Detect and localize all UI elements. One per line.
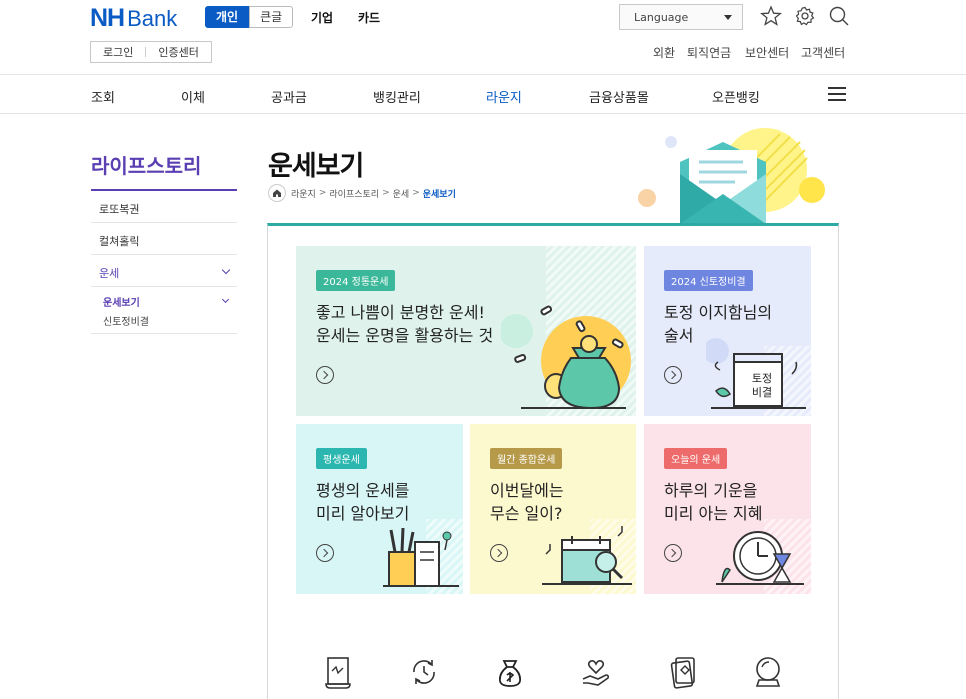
card-text: 좋고 나쁨이 분명한 운세! 운세는 운명을 활용하는 것 xyxy=(316,301,493,347)
breadcrumb-item[interactable]: 라운지 xyxy=(291,187,316,200)
money-bag-icon xyxy=(501,305,631,410)
card-link[interactable]: 카드 xyxy=(358,9,380,26)
nh-bank-logo[interactable]: NH Bank xyxy=(90,4,177,33)
home-icon[interactable] xyxy=(268,184,286,202)
top-header: NH Bank 개인 큰글 기업 카드 로그인 인증센터 Language 외환… xyxy=(0,0,966,74)
breadcrumb-item[interactable]: 라이프스토리 xyxy=(329,187,379,200)
sidebar-item-fortune[interactable]: 운세 xyxy=(91,255,237,287)
card-daily-fortune[interactable]: 오늘의 운세 하루의 기운을 미리 아는 지혜 xyxy=(644,424,811,594)
card-lifetime-fortune[interactable]: 평생운세 평생의 운세를 미리 알아보기 xyxy=(296,424,463,594)
card-text-line: 운세는 운명을 활용하는 것 xyxy=(316,326,494,345)
breadcrumb-current: 운세보기 xyxy=(422,189,456,200)
gnb-transfer[interactable]: 이체 xyxy=(181,87,205,106)
chevron-down-icon xyxy=(724,14,732,20)
card-badge: 오늘의 운세 xyxy=(664,448,728,469)
card-badge: 평생운세 xyxy=(316,448,367,469)
sidebar-sub-fortune-view[interactable]: 운세보기 xyxy=(103,294,237,309)
security-center-link[interactable]: 보안센터 xyxy=(745,44,789,61)
chevron-down-icon xyxy=(221,265,231,275)
forex-link[interactable]: 외환 xyxy=(653,44,675,61)
customer-center-link[interactable]: 고객센터 xyxy=(801,44,845,61)
clock-hourglass-icon xyxy=(716,531,804,585)
gnb-product-mall[interactable]: 금융상품몰 xyxy=(589,87,649,106)
search-icon[interactable] xyxy=(828,5,850,27)
book-label: 토정 비결 xyxy=(742,372,782,400)
login-button[interactable]: 로그인 xyxy=(91,44,145,60)
book-label-line: 비결 xyxy=(751,386,773,399)
menu-icon[interactable] xyxy=(828,87,846,101)
breadcrumb: 라운지 > 라이프스토리 > 운세 > 운세보기 xyxy=(268,184,456,202)
favorite-star-icon[interactable] xyxy=(760,5,782,27)
card-text-line: 토정 이지함님의 xyxy=(664,303,773,322)
gnb-utility-bills[interactable]: 공과금 xyxy=(271,87,307,106)
card-badge: 2024 신토정비결 xyxy=(664,270,753,291)
gnb-open-banking[interactable]: 오픈뱅킹 xyxy=(712,87,760,106)
sidebar-item-culture[interactable]: 컬쳐홀릭 xyxy=(91,223,237,255)
breadcrumb-item[interactable]: 운세 xyxy=(393,187,410,200)
mode-switch: 개인 큰글 xyxy=(205,6,294,28)
page-title: 운세보기 xyxy=(268,151,364,182)
playing-card-icon[interactable] xyxy=(666,655,698,689)
card-text-line: 평생의 운세를 xyxy=(316,481,410,500)
card-text-line: 무슨 일이? xyxy=(490,504,563,523)
breadcrumb-separator: > xyxy=(382,188,390,198)
sidebar-item-label: 컬쳐홀릭 xyxy=(99,235,140,248)
sidebar-item-label: 로또복권 xyxy=(99,203,140,216)
cert-center-button[interactable]: 인증센터 xyxy=(146,44,210,60)
card-text: 이번달에는 무슨 일이? xyxy=(490,479,564,525)
sidebar-sub-tojeong[interactable]: 신토정비결 xyxy=(103,313,237,328)
arrow-right-circle-icon[interactable] xyxy=(664,366,682,384)
breadcrumb-separator: > xyxy=(318,188,327,198)
card-text-line: 미리 알아보기 xyxy=(316,504,410,523)
scroll-icon[interactable] xyxy=(322,655,354,689)
card-text: 하루의 기운을 미리 아는 지혜 xyxy=(664,479,763,525)
card-text: 평생의 운세를 미리 알아보기 xyxy=(316,479,409,525)
card-text-line: 하루의 기운을 xyxy=(664,481,758,500)
pension-link[interactable]: 퇴직연금 xyxy=(687,44,731,61)
login-box: 로그인 인증센터 xyxy=(90,41,212,63)
card-text-line: 좋고 나쁨이 분명한 운세! xyxy=(316,303,485,322)
calendar-search-icon xyxy=(542,526,632,585)
refresh-cycle-icon[interactable] xyxy=(408,655,440,689)
book-label-line: 토정 xyxy=(751,372,773,385)
arrow-right-circle-icon[interactable] xyxy=(316,544,334,562)
gear-icon[interactable] xyxy=(794,5,816,27)
crystal-ball-icon[interactable] xyxy=(752,655,784,689)
card-tojeong-2024[interactable]: 2024 신토정비결 토정 이지함님의 술서 토정 비결 xyxy=(644,246,811,416)
gnb-lounge[interactable]: 라운지 xyxy=(486,87,522,106)
envelope-illustration xyxy=(638,128,825,224)
gnb-banking-mgmt[interactable]: 뱅킹관리 xyxy=(373,87,421,106)
card-badge: 2024 정통운세 xyxy=(316,270,396,291)
card-fortune-2024[interactable]: 2024 정통운세 좋고 나쁨이 분명한 운세! 운세는 운명을 활용하는 것 xyxy=(296,246,636,416)
corporate-link[interactable]: 기업 xyxy=(311,9,333,26)
pencil-cup-icon xyxy=(383,527,459,587)
arrow-right-circle-icon[interactable] xyxy=(490,544,508,562)
arrow-right-circle-icon[interactable] xyxy=(316,366,334,384)
arrow-right-circle-icon[interactable] xyxy=(664,544,682,562)
sidebar-submenu: 운세보기 신토정비결 xyxy=(91,288,237,334)
global-nav: 조회 이체 공과금 뱅킹관리 라운지 금융상품몰 오픈뱅킹 xyxy=(0,74,966,114)
heart-hand-icon[interactable] xyxy=(580,655,612,689)
gnb-inquiry[interactable]: 조회 xyxy=(91,87,115,106)
money-bag-icon[interactable] xyxy=(494,655,526,689)
large-font-mode-button[interactable]: 큰글 xyxy=(249,6,294,28)
sidebar-title: 라이프스토리 xyxy=(91,154,202,178)
language-select[interactable]: Language xyxy=(619,4,743,30)
breadcrumb-separator: > xyxy=(412,188,420,198)
sidebar-item-label: 운세 xyxy=(99,267,120,280)
sidebar-item-lotto[interactable]: 로또복권 xyxy=(91,191,237,223)
logo-nh: NH xyxy=(90,4,125,32)
card-text-line: 미리 아는 지혜 xyxy=(664,504,763,523)
personal-mode-button[interactable]: 개인 xyxy=(205,6,250,28)
language-label: Language xyxy=(634,10,689,24)
card-text-line: 이번달에는 xyxy=(490,481,564,500)
logo-bank: Bank xyxy=(127,6,178,31)
card-badge: 월간 종합운세 xyxy=(490,448,563,469)
card-monthly-fortune[interactable]: 월간 종합운세 이번달에는 무슨 일이? xyxy=(470,424,636,594)
